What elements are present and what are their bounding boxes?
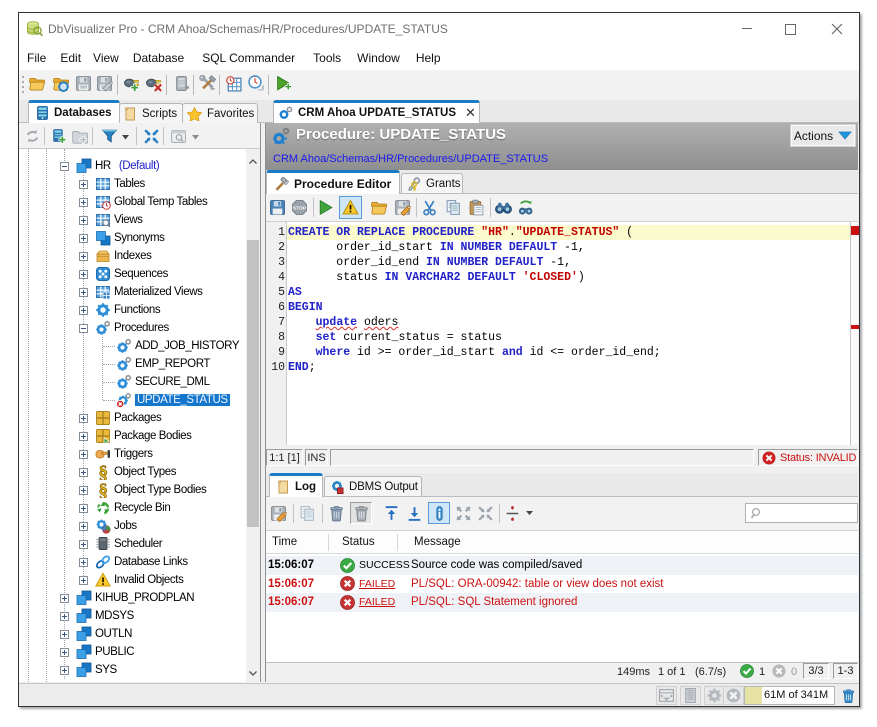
svg-text:STOP: STOP	[293, 206, 307, 212]
svg-text:§: §	[98, 482, 107, 498]
svg-text:§: §	[98, 464, 107, 480]
